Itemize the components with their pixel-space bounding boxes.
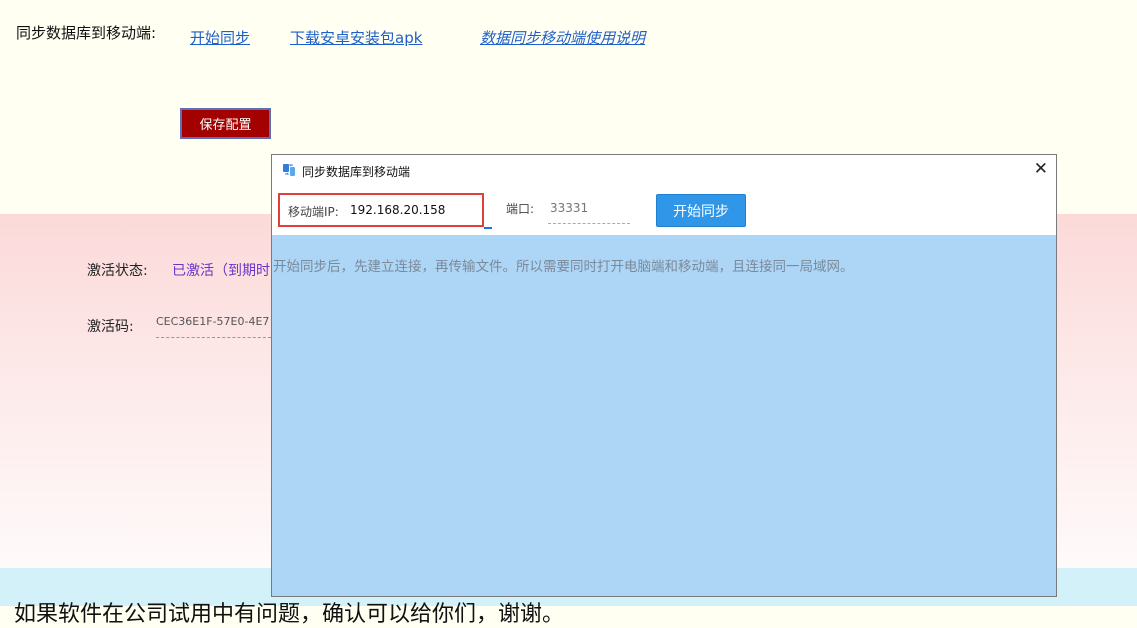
port-label: 端口: bbox=[506, 202, 535, 216]
close-icon[interactable]: ✕ bbox=[1034, 160, 1048, 178]
sync-app-icon bbox=[283, 164, 295, 176]
sync-info-message: 开始同步后，先建立连接，再传输文件。所以需要同时打开电脑端和移动端，且连接同一局… bbox=[273, 259, 854, 275]
sync-dialog: 同步数据库到移动端 ✕ 移动端IP: 端口: 开始同步 开始同步后，先建立连接，… bbox=[271, 154, 1057, 597]
download-apk-link[interactable]: 下载安卓安装包apk bbox=[290, 27, 422, 48]
activation-code-field[interactable]: CEC36E1F-57E0-4E7 bbox=[156, 315, 271, 338]
ip-focus-underline bbox=[484, 227, 492, 229]
activation-code-label: 激活码: bbox=[87, 319, 134, 335]
ip-label: 移动端IP: bbox=[288, 205, 339, 219]
start-sync-button[interactable]: 开始同步 bbox=[656, 194, 746, 227]
ip-field-group: 移动端IP: bbox=[278, 193, 484, 227]
activation-status-value: 已激活（到期时 bbox=[172, 263, 270, 279]
footer-text: 如果软件在公司试用中有问题，确认可以给你们，谢谢。 bbox=[14, 602, 565, 627]
sync-log-area: 开始同步后，先建立连接，再传输文件。所以需要同时打开电脑端和移动端，且连接同一局… bbox=[272, 235, 1056, 596]
dialog-title: 同步数据库到移动端 bbox=[302, 165, 411, 179]
usage-guide-link[interactable]: 数据同步移动端使用说明 bbox=[480, 27, 645, 48]
start-sync-link[interactable]: 开始同步 bbox=[190, 27, 250, 48]
save-config-button[interactable]: 保存配置 bbox=[180, 108, 271, 139]
sync-section-label: 同步数据库到移动端: bbox=[16, 24, 157, 42]
port-input[interactable] bbox=[548, 199, 630, 224]
activation-status-label: 激活状态: bbox=[87, 263, 148, 279]
ip-input[interactable] bbox=[350, 201, 472, 219]
